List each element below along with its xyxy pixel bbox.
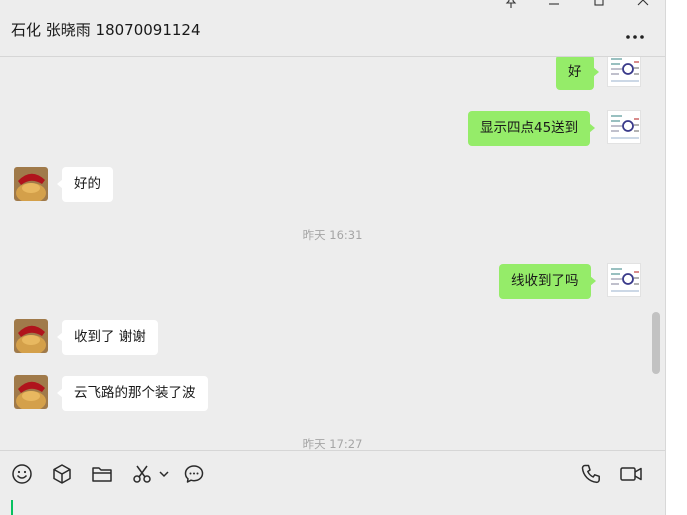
video-call-button[interactable]	[619, 462, 643, 486]
message-input[interactable]	[0, 490, 665, 515]
contact-photo-icon	[14, 319, 48, 353]
chat-window: 石化 张晓雨 18070091124 好 显示四点45送到 好的 昨天 16:3…	[0, 0, 665, 515]
voice-call-button[interactable]	[579, 462, 603, 486]
minimize-icon	[549, 3, 559, 5]
chat-bubble-icon	[184, 465, 204, 483]
maximize-icon	[594, 0, 604, 6]
pin-button[interactable]	[501, 0, 521, 10]
timestamp: 昨天 16:31	[302, 228, 363, 242]
screenshot-options-button[interactable]	[156, 462, 172, 486]
close-icon	[637, 0, 649, 6]
message-bubble[interactable]: 云飞路的那个装了波	[57, 376, 208, 411]
contact-avatar[interactable]	[14, 319, 48, 353]
toolbar-divider	[0, 450, 665, 451]
message-bubble[interactable]: 线收到了吗	[499, 264, 595, 299]
contact-avatar[interactable]	[14, 167, 48, 201]
chevron-down-icon	[159, 471, 169, 478]
contact-photo-icon	[14, 167, 48, 201]
folder-icon	[92, 467, 112, 482]
cube-icon	[53, 464, 71, 484]
message-list[interactable]: 好 显示四点45送到 好的 昨天 16:31 线收到了吗 收到了 谢谢 云飞路的…	[0, 57, 665, 450]
screenshot-button[interactable]	[130, 462, 154, 486]
chat-header: 石化 张晓雨 18070091124	[0, 0, 665, 57]
messages-scrollbar[interactable]	[652, 312, 660, 374]
text-caret	[11, 500, 13, 515]
video-icon	[620, 467, 642, 481]
send-file-button[interactable]	[90, 462, 114, 486]
qr-thumbnail-icon	[608, 111, 640, 143]
contact-photo-icon	[14, 375, 48, 409]
qr-thumbnail-icon	[608, 57, 640, 86]
scissors-icon	[133, 465, 151, 483]
emoji-button[interactable]	[10, 462, 34, 486]
maximize-button[interactable]	[589, 0, 609, 10]
my-avatar[interactable]	[607, 57, 641, 87]
close-button[interactable]	[633, 0, 653, 10]
pin-icon	[505, 0, 517, 8]
message-bubble[interactable]: 收到了 谢谢	[57, 320, 158, 355]
favorites-button[interactable]	[50, 462, 74, 486]
chat-title: 石化 张晓雨 18070091124	[11, 21, 201, 39]
message-bubble[interactable]: 显示四点45送到	[468, 111, 596, 146]
more-icon	[626, 35, 644, 39]
minimize-button[interactable]	[544, 0, 564, 10]
message-bubble[interactable]: 好的	[57, 167, 113, 202]
emoji-icon	[12, 464, 32, 484]
chat-history-button[interactable]	[182, 462, 206, 486]
message-bubble[interactable]: 好	[556, 57, 598, 90]
timestamp: 昨天 17:27	[302, 437, 363, 450]
my-avatar[interactable]	[607, 110, 641, 144]
more-options-button[interactable]	[622, 28, 648, 42]
window-edge	[665, 0, 687, 515]
contact-avatar[interactable]	[14, 375, 48, 409]
phone-icon	[581, 464, 600, 484]
my-avatar[interactable]	[607, 263, 641, 297]
qr-thumbnail-icon	[608, 264, 640, 296]
